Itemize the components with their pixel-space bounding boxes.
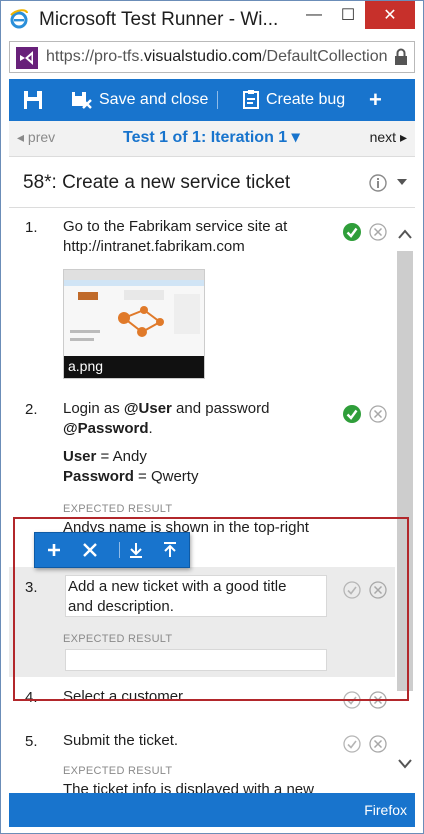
window-title: Microsoft Test Runner - Wi... bbox=[39, 9, 279, 30]
iteration-nav: ◂ prev Test 1 of 1: Iteration 1 ▾ next ▸ bbox=[9, 121, 415, 157]
step-number: 1. bbox=[25, 219, 38, 236]
create-bug-icon bbox=[243, 90, 259, 109]
pass-check-icon[interactable] bbox=[343, 735, 361, 753]
fail-x-icon[interactable] bbox=[369, 581, 387, 599]
fail-x-icon[interactable] bbox=[369, 735, 387, 753]
step-action: Login as @User and password @Password. bbox=[63, 400, 270, 437]
expected-result-text: The ticket info is displayed with a new bbox=[63, 781, 314, 793]
step-parameters: User = Andy Password = Qwerty bbox=[63, 448, 199, 485]
title-bar: Microsoft Test Runner - Wi... — ☐ ✕ bbox=[1, 1, 423, 37]
maximize-button[interactable]: ☐ bbox=[331, 1, 365, 29]
move-down-icon bbox=[130, 543, 142, 558]
save-and-close-button[interactable]: Save and close bbox=[71, 79, 208, 121]
fail-x-icon[interactable] bbox=[369, 223, 387, 241]
plus-icon bbox=[48, 544, 60, 556]
step-action: Go to the Fabrikam service site at http:… bbox=[63, 218, 288, 255]
main-toolbar: Save and close Create bug + bbox=[9, 79, 415, 121]
url-text: https://pro-tfs.visualstudio.com/Default… bbox=[46, 48, 388, 65]
expected-result-label: EXPECTED RESULT bbox=[63, 633, 173, 645]
move-step-down-button[interactable] bbox=[121, 533, 151, 567]
step-4[interactable]: 4. Select a customer. bbox=[9, 687, 395, 727]
save-icon bbox=[24, 91, 42, 109]
step-action: Submit the ticket. bbox=[63, 732, 179, 749]
save-close-icon bbox=[72, 92, 92, 109]
step-edit-toolbar bbox=[34, 532, 190, 568]
chevron-down-icon[interactable] bbox=[397, 178, 407, 186]
step-number: 4. bbox=[25, 689, 38, 706]
delete-step-button[interactable] bbox=[75, 533, 105, 567]
step-3[interactable]: 3. Add a new ticket with a good title an… bbox=[9, 567, 395, 677]
address-bar[interactable]: https://pro-tfs.visualstudio.com/Default… bbox=[9, 41, 415, 73]
test-case-header: 58*: Create a new service ticket bbox=[9, 158, 415, 208]
step-1[interactable]: 1. Go to the Fabrikam service site at ht… bbox=[9, 209, 395, 389]
screenshot-image bbox=[64, 270, 204, 341]
lock-icon bbox=[395, 48, 407, 65]
create-bug-button[interactable]: Create bug bbox=[241, 79, 345, 121]
insert-step-button[interactable] bbox=[39, 533, 69, 567]
expected-result-input[interactable] bbox=[65, 649, 327, 671]
save-and-close-label: Save and close bbox=[99, 91, 209, 108]
iteration-dropdown[interactable]: Test 1 of 1: Iteration 1 ▾ bbox=[123, 127, 300, 147]
step-number: 2. bbox=[25, 401, 38, 418]
test-case-title: 58*: Create a new service ticket bbox=[23, 172, 291, 193]
prev-button[interactable]: ◂ prev bbox=[17, 129, 55, 146]
step-number: 5. bbox=[25, 733, 38, 750]
step-action-input[interactable]: Add a new ticket with a good title and d… bbox=[65, 575, 327, 617]
attachment-name: a.png bbox=[64, 356, 204, 378]
info-icon[interactable] bbox=[369, 174, 387, 192]
test-runner-window: Microsoft Test Runner - Wi... — ☐ ✕ http… bbox=[0, 0, 424, 834]
scroll-up-icon[interactable] bbox=[397, 227, 413, 241]
close-window-button[interactable]: ✕ bbox=[365, 1, 415, 29]
add-button[interactable]: + bbox=[369, 79, 382, 121]
step-5[interactable]: 5. Submit the ticket. EXPECTED RESULT Th… bbox=[9, 731, 395, 793]
create-bug-label: Create bug bbox=[266, 91, 346, 108]
delete-x-icon bbox=[83, 543, 97, 557]
pass-check-icon[interactable] bbox=[343, 405, 361, 423]
expected-result-label: EXPECTED RESULT bbox=[63, 765, 173, 777]
floatbar-divider bbox=[119, 542, 120, 558]
scrollbar-thumb[interactable] bbox=[397, 251, 413, 691]
fail-x-icon[interactable] bbox=[369, 691, 387, 709]
expected-result-label: EXPECTED RESULT bbox=[63, 503, 173, 515]
step-number: 3. bbox=[25, 579, 38, 596]
steps-list: 1. Go to the Fabrikam service site at ht… bbox=[9, 209, 415, 793]
save-button[interactable] bbox=[23, 79, 45, 121]
internet-explorer-icon bbox=[10, 9, 28, 29]
step-action: Select a customer. bbox=[63, 688, 187, 705]
minimize-button[interactable]: — bbox=[297, 1, 331, 29]
pass-check-icon[interactable] bbox=[343, 691, 361, 709]
pass-check-icon[interactable] bbox=[343, 223, 361, 241]
pass-check-icon[interactable] bbox=[343, 581, 361, 599]
toolbar-divider bbox=[217, 91, 218, 109]
move-up-icon bbox=[164, 542, 176, 557]
scroll-down-icon[interactable] bbox=[397, 757, 413, 771]
visual-studio-logo-icon bbox=[16, 47, 38, 69]
move-step-up-button[interactable] bbox=[155, 533, 185, 567]
browser-name[interactable]: Firefox bbox=[364, 802, 407, 818]
fail-x-icon[interactable] bbox=[369, 405, 387, 423]
next-button[interactable]: next ▸ bbox=[370, 129, 407, 146]
attachment-thumbnail[interactable]: a.png bbox=[63, 269, 205, 379]
status-bar: Firefox bbox=[9, 793, 415, 827]
